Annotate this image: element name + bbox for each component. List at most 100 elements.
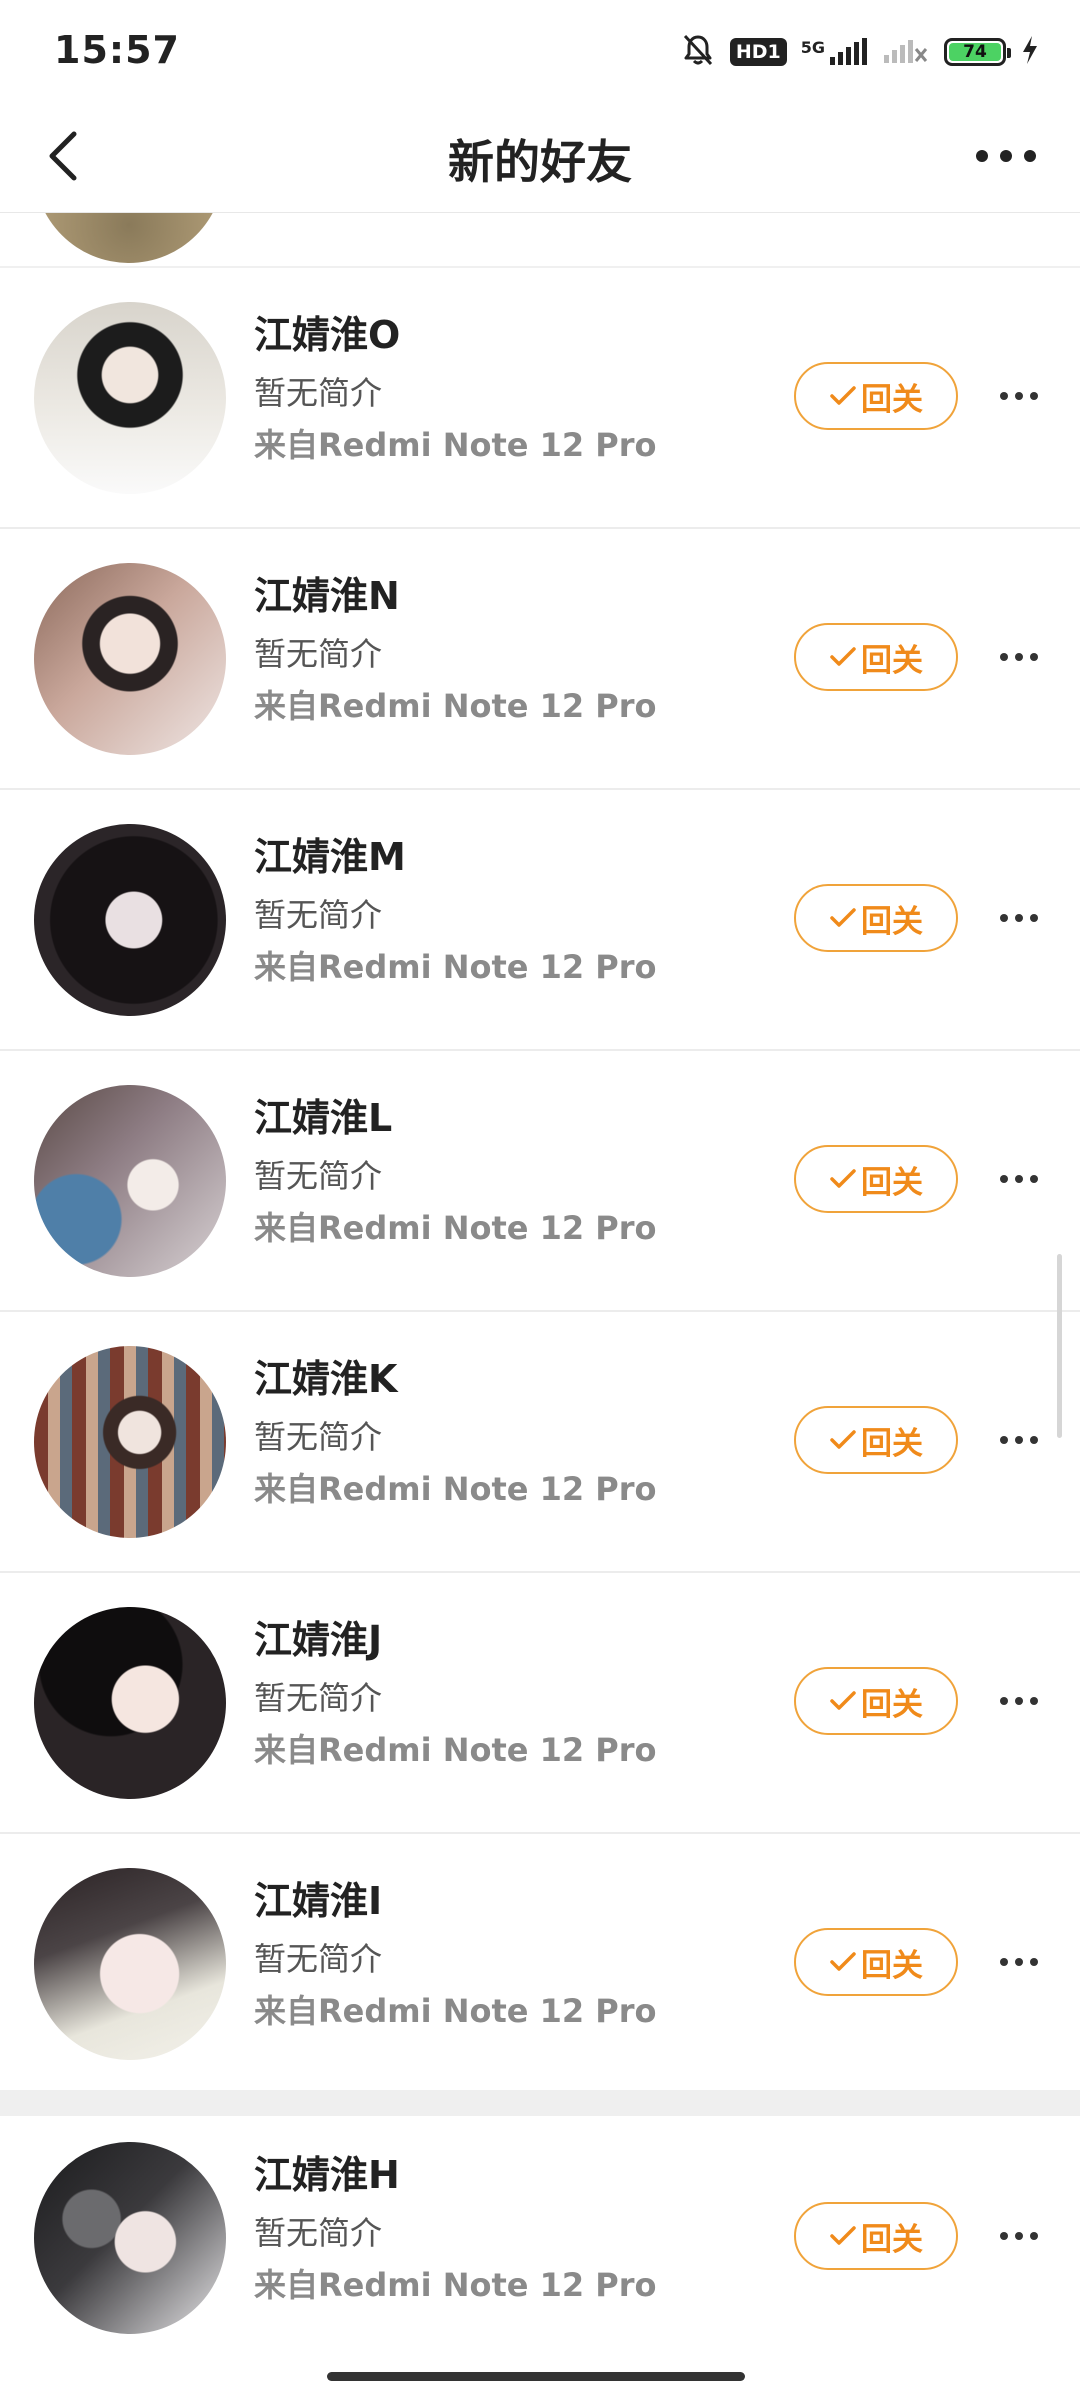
more-horizontal-icon	[976, 150, 1036, 162]
avatar[interactable]	[34, 563, 226, 755]
list-item[interactable]: 江婧淮M 暂无简介 来自Redmi Note 12 Pro 回关	[0, 790, 1080, 1051]
signal-weak-icon	[882, 35, 930, 69]
checkmark-icon	[830, 1952, 856, 1971]
avatar[interactable]	[34, 1868, 226, 2060]
checkmark-icon	[830, 908, 856, 927]
follow-back-button[interactable]: 回关	[794, 1145, 958, 1213]
user-name[interactable]: 江婧淮N	[254, 565, 400, 620]
row-more-button[interactable]	[988, 2214, 1050, 2258]
network-label: 5G	[800, 38, 825, 57]
status-icons: HD1 5G 74	[680, 32, 1040, 72]
avatar[interactable]	[34, 1607, 226, 1799]
follow-back-label: 回关	[861, 903, 923, 940]
checkmark-icon	[830, 1430, 856, 1449]
row-more-button[interactable]	[988, 1679, 1050, 1723]
list-item[interactable]: 江婧淮O 暂无简介 来自Redmi Note 12 Pro 回关	[0, 268, 1080, 529]
list-item[interactable]: 江婧淮L 暂无简介 来自Redmi Note 12 Pro 回关	[0, 1051, 1080, 1312]
battery-level: 74	[949, 42, 1001, 62]
avatar	[34, 213, 224, 263]
user-name[interactable]: 江婧淮K	[254, 1348, 397, 1403]
user-source: 来自Redmi Note 12 Pro	[254, 687, 657, 725]
user-name[interactable]: 江婧淮I	[254, 1870, 382, 1925]
user-bio: 暂无简介	[254, 2214, 383, 2252]
avatar[interactable]	[34, 1085, 226, 1277]
avatar[interactable]	[34, 1346, 226, 1538]
more-horizontal-icon	[1000, 1436, 1038, 1444]
battery-icon: 74	[944, 38, 1011, 66]
follow-back-button[interactable]: 回关	[794, 2202, 958, 2270]
more-options-button[interactable]	[966, 126, 1046, 186]
list-item[interactable]: 江婧淮N 暂无简介 来自Redmi Note 12 Pro 回关	[0, 529, 1080, 790]
follow-back-label: 回关	[861, 1425, 923, 1462]
user-source: 来自Redmi Note 12 Pro	[254, 1209, 657, 1247]
row-more-button[interactable]	[988, 635, 1050, 679]
avatar[interactable]	[34, 824, 226, 1016]
follow-back-button[interactable]: 回关	[794, 623, 958, 691]
user-name[interactable]: 江婧淮L	[254, 1087, 392, 1142]
more-horizontal-icon	[1000, 653, 1038, 661]
user-name[interactable]: 江婧淮H	[254, 2144, 400, 2199]
user-source: 来自Redmi Note 12 Pro	[254, 1470, 657, 1508]
follow-back-label: 回关	[861, 1686, 923, 1723]
more-horizontal-icon	[1000, 392, 1038, 400]
status-bar: 15:57 HD1 5G 74	[0, 0, 1080, 96]
checkmark-icon	[830, 1691, 856, 1710]
more-horizontal-icon	[1000, 914, 1038, 922]
follow-back-button[interactable]: 回关	[794, 1667, 958, 1735]
follow-back-button[interactable]: 回关	[794, 1928, 958, 1996]
signal-5g-icon: 5G	[801, 37, 868, 67]
follow-back-label: 回关	[861, 2221, 923, 2258]
list-item[interactable]: 江婧淮I 暂无简介 来自Redmi Note 12 Pro 回关	[0, 1834, 1080, 2090]
user-name[interactable]: 江婧淮O	[254, 304, 400, 359]
follow-back-label: 回关	[861, 1947, 923, 1984]
avatar[interactable]	[34, 2142, 226, 2334]
friend-list: 江婧淮O 暂无简介 来自Redmi Note 12 Pro 回关 江婧淮N 暂无…	[0, 213, 1080, 2375]
nav-bar: 新的好友	[0, 96, 1080, 213]
follow-back-button[interactable]: 回关	[794, 884, 958, 952]
user-name[interactable]: 江婧淮J	[254, 1609, 382, 1664]
section-divider	[0, 2090, 1080, 2116]
user-bio: 暂无简介	[254, 635, 383, 673]
row-more-button[interactable]	[988, 374, 1050, 418]
more-horizontal-icon	[1000, 1175, 1038, 1183]
follow-back-label: 回关	[861, 1164, 923, 1201]
page-title: 新的好友	[448, 135, 632, 189]
checkmark-icon	[830, 386, 856, 405]
row-more-button[interactable]	[988, 1157, 1050, 1201]
user-bio: 暂无简介	[254, 896, 383, 934]
user-bio: 暂无简介	[254, 374, 383, 412]
user-source: 来自Redmi Note 12 Pro	[254, 426, 657, 464]
scrollbar-thumb[interactable]	[1057, 1254, 1062, 1438]
user-source: 来自Redmi Note 12 Pro	[254, 2266, 657, 2304]
list-item[interactable]: 江婧淮H 暂无简介 来自Redmi Note 12 Pro 回关	[0, 2116, 1080, 2375]
follow-back-button[interactable]: 回关	[794, 1406, 958, 1474]
follow-back-label: 回关	[861, 381, 923, 418]
list-item-partial[interactable]	[0, 213, 1080, 268]
more-horizontal-icon	[1000, 1697, 1038, 1705]
list-item[interactable]: 江婧淮J 暂无简介 来自Redmi Note 12 Pro 回关	[0, 1573, 1080, 1834]
more-horizontal-icon	[1000, 2232, 1038, 2240]
user-source: 来自Redmi Note 12 Pro	[254, 1992, 657, 2030]
home-indicator[interactable]	[327, 2372, 745, 2381]
more-horizontal-icon	[1000, 1958, 1038, 1966]
hd-badge: HD1	[729, 38, 787, 66]
row-more-button[interactable]	[988, 896, 1050, 940]
user-source: 来自Redmi Note 12 Pro	[254, 948, 657, 986]
checkmark-icon	[830, 1169, 856, 1188]
list-item[interactable]: 江婧淮K 暂无简介 来自Redmi Note 12 Pro 回关	[0, 1312, 1080, 1573]
avatar[interactable]	[34, 302, 226, 494]
checkmark-icon	[830, 647, 856, 666]
row-more-button[interactable]	[988, 1940, 1050, 1984]
status-time: 15:57	[54, 28, 180, 72]
follow-back-button[interactable]: 回关	[794, 362, 958, 430]
user-bio: 暂无简介	[254, 1940, 383, 1978]
bell-muted-icon	[680, 32, 716, 72]
user-bio: 暂无简介	[254, 1679, 383, 1717]
user-bio: 暂无简介	[254, 1157, 383, 1195]
user-source: 来自Redmi Note 12 Pro	[254, 1731, 657, 1769]
user-bio: 暂无简介	[254, 1418, 383, 1456]
row-more-button[interactable]	[988, 1418, 1050, 1462]
checkmark-icon	[830, 2226, 856, 2245]
user-name[interactable]: 江婧淮M	[254, 826, 406, 881]
charging-icon	[1020, 34, 1040, 70]
